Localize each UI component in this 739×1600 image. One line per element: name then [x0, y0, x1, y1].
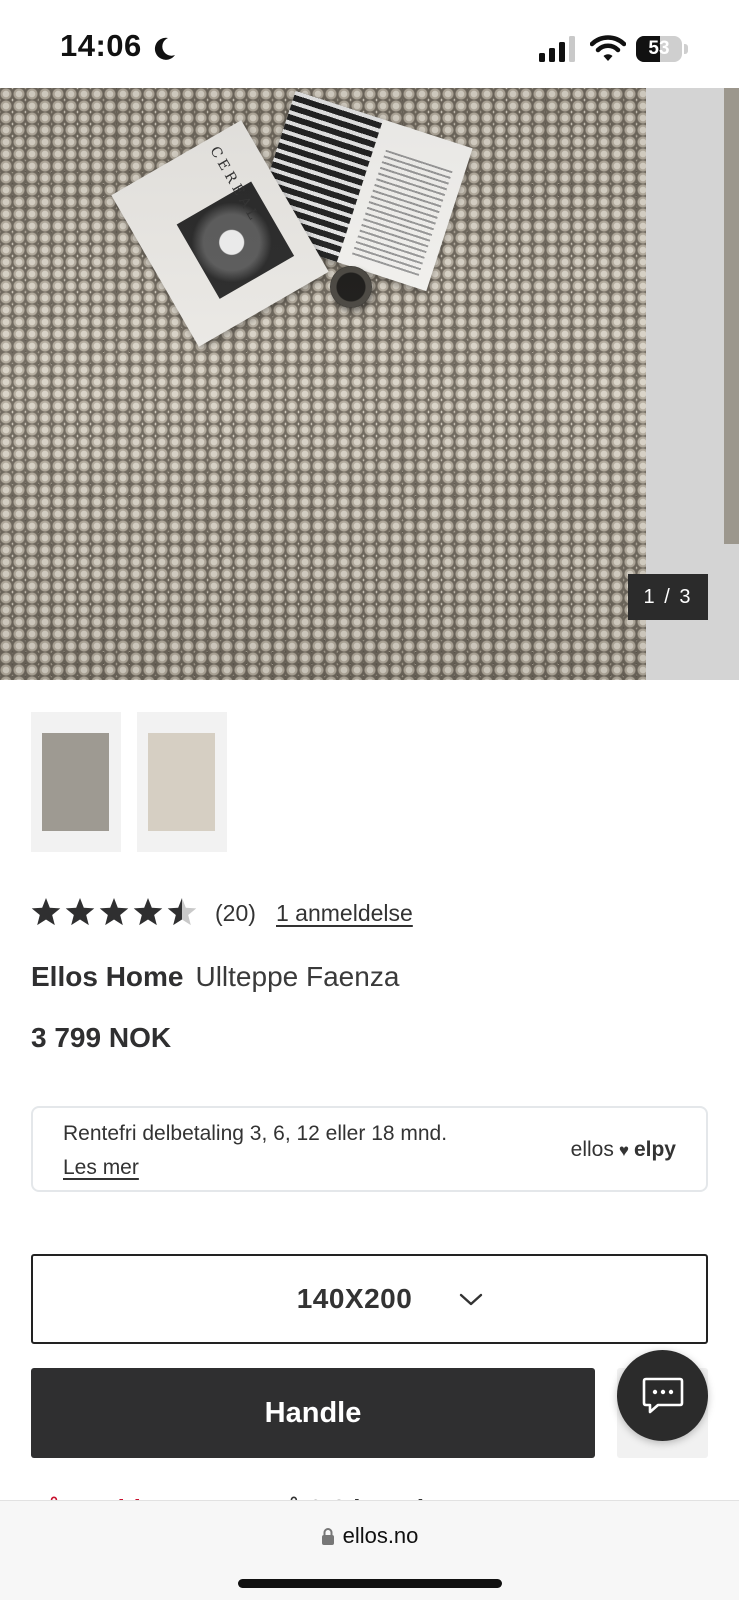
star-icon [31, 898, 61, 926]
review-count: (20) [215, 900, 256, 926]
wifi-icon [590, 35, 626, 61]
url-bar[interactable]: ellos.no [0, 1523, 739, 1549]
status-bar: 14:06 53 [0, 0, 739, 88]
browser-bar: ellos.no [0, 1500, 739, 1600]
thumbnail-2[interactable] [137, 712, 227, 852]
brand-name[interactable]: Ellos Home [31, 961, 183, 992]
star-icon [133, 898, 163, 926]
battery-level: 53 [648, 38, 670, 59]
star-rating [31, 898, 197, 926]
size-value: 140X200 [296, 1283, 413, 1314]
buy-button[interactable]: Handle [31, 1368, 595, 1458]
reviews-link[interactable]: 1 anmeldelse [276, 900, 413, 927]
mug-image [330, 266, 372, 308]
size-select[interactable]: 140X200 [31, 1254, 708, 1344]
product-image-gallery[interactable]: CEREAL 1 / 3 [0, 88, 739, 680]
product-title: Ellos Home Ullteppe Faenza [31, 961, 399, 993]
chat-button[interactable] [617, 1350, 708, 1441]
battery-icon: 53 [636, 36, 688, 62]
payment-text: Rentefri delbetaling 3, 6, 12 eller 18 m… [63, 1122, 448, 1145]
thumbnail-image [42, 733, 109, 831]
product-image: CEREAL [0, 88, 646, 680]
thumbnail-1[interactable] [31, 712, 121, 852]
slide-counter: 1 / 3 [628, 574, 708, 620]
rating-row: (20) 1 anmeldelse [31, 896, 631, 936]
magazine-cover-word: CEREAL [206, 143, 263, 226]
read-more-link[interactable]: Les mer [63, 1156, 139, 1180]
chevron-down-icon [459, 1293, 483, 1306]
price: 3 799 NOK [31, 1022, 172, 1053]
ellos-elpy-logo: ellos ♥ elpy [571, 1138, 676, 1162]
chat-bubble-icon [642, 1377, 684, 1414]
magazine-image: CEREAL [111, 120, 329, 347]
product-name: Ullteppe Faenza [195, 961, 400, 992]
magazine-image [249, 90, 473, 292]
status-time: 14:06 [60, 28, 142, 63]
url-text: ellos.no [342, 1523, 419, 1548]
moon-icon [154, 37, 175, 60]
star-icon [167, 898, 197, 926]
payment-info-box: Rentefri delbetaling 3, 6, 12 eller 18 m… [31, 1106, 708, 1192]
heart-icon: ♥ [618, 1141, 629, 1160]
lock-icon [321, 1528, 334, 1545]
thumbnail-image [148, 733, 215, 831]
signal-icon [539, 36, 575, 62]
star-icon [65, 898, 95, 926]
star-icon [99, 898, 129, 926]
logo-elpy: elpy [633, 1138, 676, 1161]
logo-ellos: ellos [570, 1138, 614, 1161]
home-indicator[interactable] [238, 1579, 502, 1588]
